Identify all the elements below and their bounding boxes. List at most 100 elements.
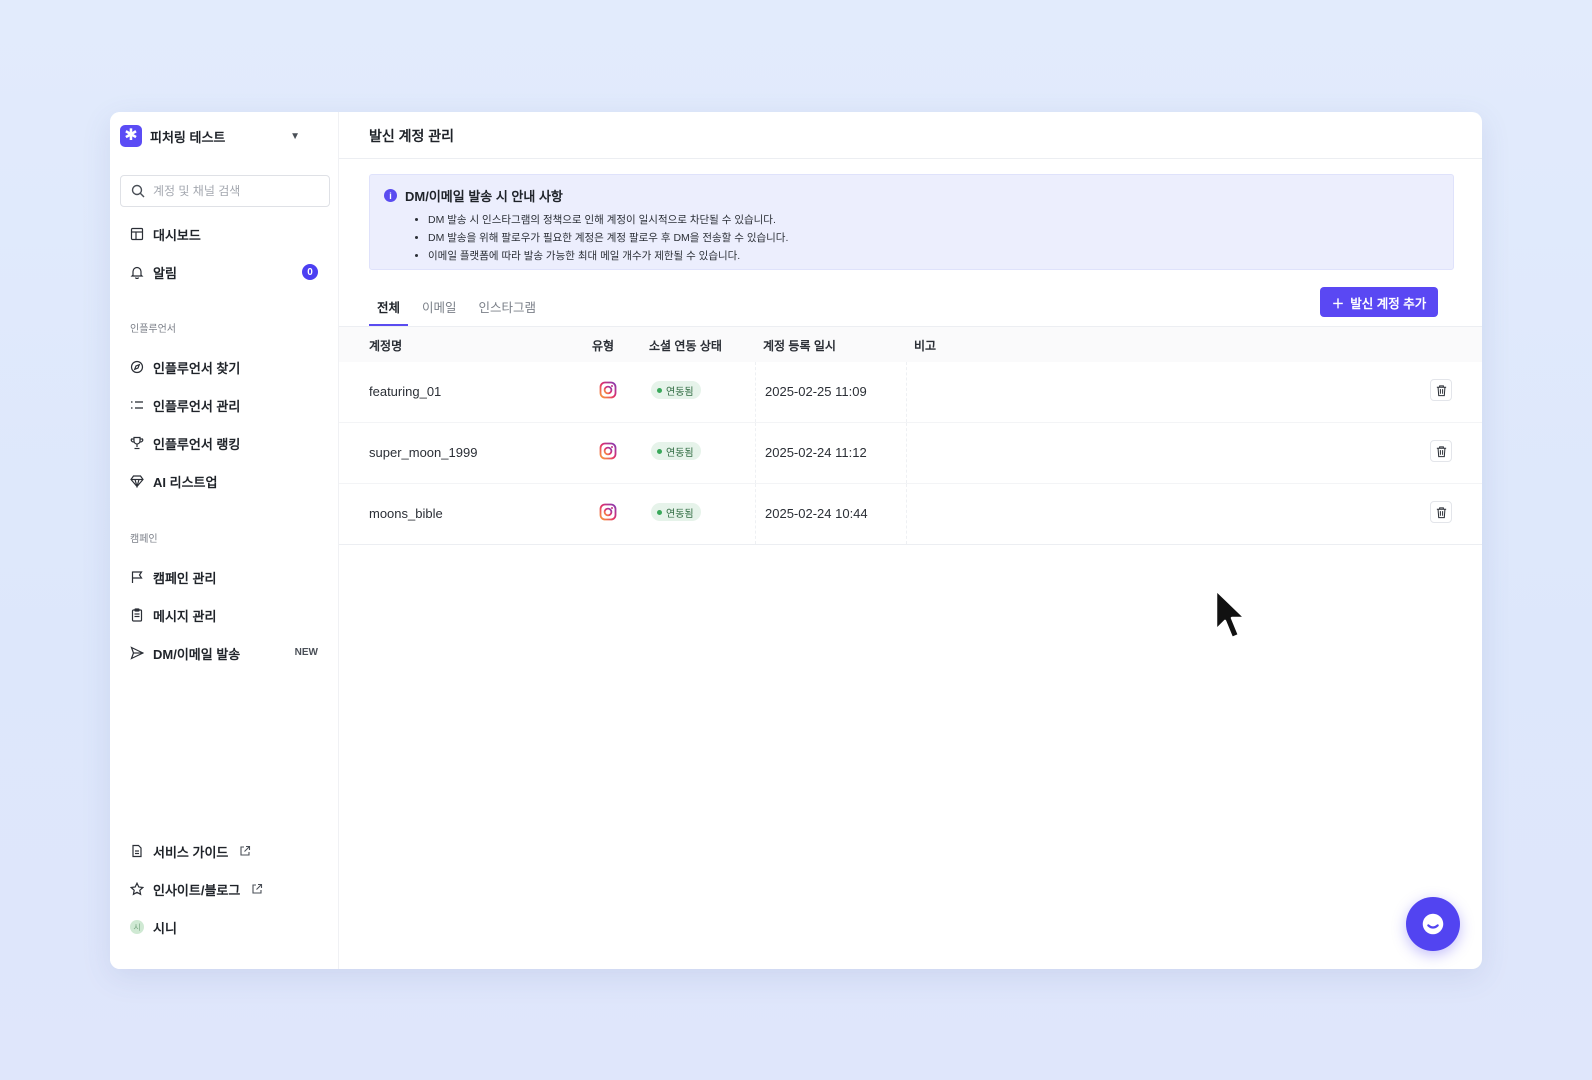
sidebar-item-message-manage[interactable]: 메시지 관리 bbox=[120, 599, 330, 631]
sidebar-item-campaign-manage[interactable]: 캠페인 관리 bbox=[120, 561, 330, 593]
sidebar-item-find-influencer[interactable]: 인플루언서 찾기 bbox=[120, 351, 330, 383]
bell-icon bbox=[130, 265, 144, 279]
delete-button[interactable] bbox=[1430, 379, 1452, 401]
trash-icon bbox=[1436, 506, 1446, 518]
instagram-icon bbox=[599, 381, 617, 399]
sidebar-item-label: 알림 bbox=[153, 265, 177, 281]
sidebar-item-service-guide[interactable]: 서비스 가이드 bbox=[120, 835, 330, 867]
account-name: moons_bible bbox=[369, 506, 443, 521]
notice-list: DM 발송 시 인스타그램의 정책으로 인해 계정이 일시적으로 차단될 수 있… bbox=[384, 211, 1439, 265]
sidebar-item-ai-listup[interactable]: AI 리스트업 bbox=[120, 465, 330, 497]
sidebar-item-label: 캠페인 관리 bbox=[153, 570, 217, 586]
status-badge: 연동됨 bbox=[651, 442, 701, 460]
table-row: featuring_01 연동됨 2025-02-25 11:09 bbox=[339, 362, 1482, 423]
status-badge: 연동됨 bbox=[651, 503, 701, 521]
column-divider bbox=[755, 423, 756, 483]
account-name: super_moon_1999 bbox=[369, 445, 478, 460]
registered-datetime: 2025-02-24 10:44 bbox=[765, 506, 868, 521]
caret-down-icon: ▼ bbox=[290, 130, 300, 142]
sidebar-item-label: 메시지 관리 bbox=[153, 608, 217, 624]
diamond-icon bbox=[130, 474, 144, 488]
delete-button[interactable] bbox=[1430, 440, 1452, 462]
sidebar-item-label: 서비스 가이드 bbox=[153, 844, 229, 860]
notice-item: DM 발송을 위해 팔로우가 필요한 계정은 계정 팔로우 후 DM을 전송할 … bbox=[428, 229, 1439, 247]
sidebar-item-alerts[interactable]: 알림 0 bbox=[120, 256, 330, 288]
star-icon bbox=[130, 882, 144, 896]
column-divider bbox=[906, 484, 907, 544]
flag-icon bbox=[130, 570, 144, 584]
main-content: 발신 계정 관리 i DM/이메일 발송 시 안내 사항 DM 발송 시 인스타… bbox=[339, 112, 1482, 969]
instagram-icon bbox=[599, 503, 617, 521]
search-icon bbox=[131, 184, 145, 198]
workspace-name: 피처링 테스트 bbox=[150, 129, 226, 145]
status-text: 연동됨 bbox=[666, 508, 694, 520]
sidebar-item-label: AI 리스트업 bbox=[153, 474, 218, 490]
section-label-campaign: 캠페인 bbox=[130, 534, 158, 545]
trophy-icon bbox=[130, 436, 144, 450]
sidebar-item-label: 인플루언서 랭킹 bbox=[153, 436, 241, 452]
chat-icon bbox=[1422, 913, 1444, 935]
notice-box: i DM/이메일 발송 시 안내 사항 DM 발송 시 인스타그램의 정책으로 … bbox=[369, 174, 1454, 270]
registered-datetime: 2025-02-25 11:09 bbox=[765, 384, 867, 399]
tab-instagram[interactable]: 인스타그램 bbox=[471, 298, 545, 326]
sidebar-item-manage-influencer[interactable]: 인플루언서 관리 bbox=[120, 389, 330, 421]
app-window: ✱ 피처링 테스트 ▼ 대시보드 알림 0 인플루언서 bbox=[110, 112, 1482, 969]
page-title: 발신 계정 관리 bbox=[369, 128, 455, 144]
registered-datetime: 2025-02-24 11:12 bbox=[765, 445, 867, 460]
status-badge: 연동됨 bbox=[651, 381, 701, 399]
plus-icon: ＋ bbox=[1331, 296, 1345, 311]
column-header-registered: 계정 등록 일시 bbox=[763, 339, 836, 353]
alerts-count-badge: 0 bbox=[302, 264, 318, 280]
sidebar-item-label: 인플루언서 찾기 bbox=[153, 360, 241, 376]
status-dot bbox=[657, 509, 662, 515]
table-row: moons_bible 연동됨 2025-02-24 10:44 bbox=[339, 484, 1482, 545]
external-link-icon bbox=[252, 883, 263, 894]
instagram-icon bbox=[599, 442, 617, 460]
new-tag: NEW bbox=[294, 647, 318, 658]
chat-support-button[interactable] bbox=[1406, 897, 1460, 951]
status-text: 연동됨 bbox=[666, 386, 694, 398]
user-name: 시니 bbox=[153, 920, 177, 936]
column-header-note: 비고 bbox=[914, 339, 937, 353]
sidebar-item-label: 대시보드 bbox=[153, 227, 201, 243]
table-row: super_moon_1999 연동됨 2025-02-24 11:12 bbox=[339, 423, 1482, 484]
status-dot bbox=[657, 448, 662, 454]
clipboard-icon bbox=[130, 608, 144, 622]
sidebar-item-ranking[interactable]: 인플루언서 랭킹 bbox=[120, 427, 330, 459]
mouse-cursor-icon bbox=[1214, 588, 1247, 640]
add-sender-account-button[interactable]: ＋ 발신 계정 추가 bbox=[1320, 287, 1438, 317]
column-divider bbox=[906, 362, 907, 422]
sidebar-item-label: 인사이트/블로그 bbox=[153, 882, 241, 898]
column-divider bbox=[755, 362, 756, 422]
sidebar-item-insight-blog[interactable]: 인사이트/블로그 bbox=[120, 873, 330, 905]
sidebar-item-dashboard[interactable]: 대시보드 bbox=[120, 218, 330, 250]
avatar: 시 bbox=[130, 920, 144, 934]
delete-button[interactable] bbox=[1430, 501, 1452, 523]
tab-email[interactable]: 이메일 bbox=[414, 298, 465, 326]
section-label-influencer: 인플루언서 bbox=[130, 324, 176, 335]
table-header: 계정명 유형 소셜 연동 상태 계정 등록 일시 비고 bbox=[339, 326, 1482, 362]
sidebar-item-dm-email[interactable]: DM/이메일 발송 NEW bbox=[120, 637, 330, 669]
tab-all[interactable]: 전체 bbox=[369, 298, 409, 326]
column-header-status: 소셜 연동 상태 bbox=[649, 339, 722, 353]
accounts-table: 계정명 유형 소셜 연동 상태 계정 등록 일시 비고 featuring_01… bbox=[339, 326, 1482, 545]
column-divider bbox=[906, 423, 907, 483]
document-icon bbox=[130, 844, 144, 858]
account-name: featuring_01 bbox=[369, 384, 442, 399]
sidebar-item-user-profile[interactable]: 시 시니 bbox=[120, 911, 330, 943]
notice-title-text: DM/이메일 발송 시 안내 사항 bbox=[405, 189, 563, 204]
search-input[interactable] bbox=[153, 184, 319, 198]
workspace-logo-icon: ✱ bbox=[120, 125, 142, 147]
column-divider bbox=[755, 484, 756, 544]
compass-icon bbox=[130, 360, 144, 374]
notice-title: i DM/이메일 발송 시 안내 사항 bbox=[384, 186, 1439, 205]
add-sender-account-label: 발신 계정 추가 bbox=[1350, 296, 1427, 311]
sidebar-search[interactable] bbox=[120, 175, 330, 207]
trash-icon bbox=[1436, 384, 1446, 396]
trash-icon bbox=[1436, 445, 1446, 457]
external-link-icon bbox=[240, 845, 251, 856]
header-divider bbox=[339, 158, 1482, 159]
notice-item: 이메일 플랫폼에 따라 발송 가능한 최대 메일 개수가 제한될 수 있습니다. bbox=[428, 247, 1439, 265]
workspace-switcher[interactable]: ✱ 피처링 테스트 ▼ bbox=[120, 124, 300, 148]
status-dot bbox=[657, 387, 662, 393]
